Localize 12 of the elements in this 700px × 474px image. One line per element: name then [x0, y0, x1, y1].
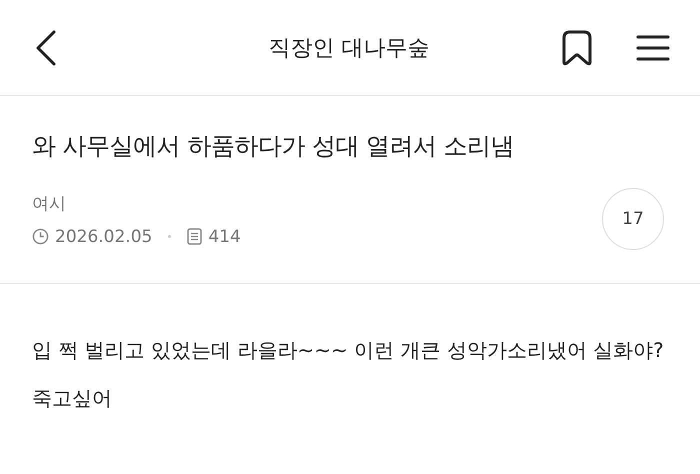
- clock-icon: [32, 228, 49, 245]
- comment-count[interactable]: 17: [602, 188, 664, 250]
- back-icon[interactable]: [34, 30, 58, 66]
- document-icon: [187, 228, 202, 245]
- post-date: 2026.02.05: [55, 226, 152, 246]
- view-count: 414: [208, 226, 241, 246]
- bookmark-icon[interactable]: [560, 28, 594, 68]
- author-name: 여시: [32, 192, 67, 214]
- post-title: 와 사무실에서 하품하다가 성대 열려서 소리냄: [32, 131, 516, 162]
- header-title: 직장인 대나무숲: [268, 34, 430, 62]
- menu-icon[interactable]: [636, 32, 670, 62]
- post-body: 입 쩍 벌리고 있었는데 라을라~~~ 이런 개큰 성악가소리냈어 실화야? 죽고싶어: [31, 337, 665, 412]
